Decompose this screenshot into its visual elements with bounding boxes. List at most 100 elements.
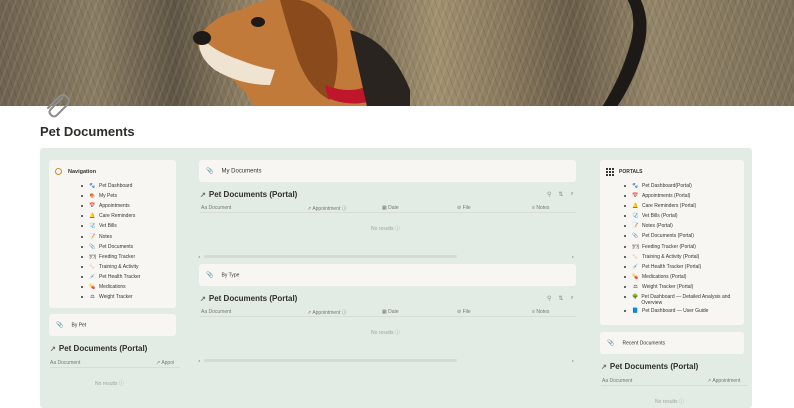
scale-icon: ⚖ [90, 294, 95, 301]
column-date[interactable]: ▦ Date [382, 205, 399, 211]
my-documents-label: My Documents [221, 168, 262, 174]
calendar-icon: 📅 [89, 203, 96, 210]
search-icon[interactable]: ⌕ [570, 295, 573, 302]
by-pet-header[interactable]: 📎 By Pet [49, 314, 176, 336]
nav-item-pet-documents[interactable]: 📎 Pet Documents [81, 242, 140, 252]
nav-item-medications[interactable]: 💊 Medications [81, 282, 140, 292]
book-icon: 📘 [632, 308, 639, 315]
db-title-recent[interactable]: ↗ Pet Documents (Portal) [601, 362, 698, 371]
portal-item-training-activity[interactable]: 🦴 Training & Activity (Portal) [624, 252, 742, 262]
portal-item-detailed-analysis[interactable]: 🌳 Pet Dashboard — Detailed Analysis and O… [624, 292, 742, 306]
scale-icon: ⚖ [633, 283, 638, 290]
portal-item-pet-health-tracker[interactable]: 💉 Pet Health Tracker (Portal) [624, 262, 742, 272]
pill-icon: 💊 [89, 283, 96, 290]
no-results-recent: No results ⓘ [655, 399, 684, 405]
nav-item-weight-tracker[interactable]: ⚖ Weight Tracker [81, 292, 140, 302]
nav-item-care-reminders[interactable]: 🔔 Care Reminders [81, 211, 140, 221]
link-arrow-icon: ↗ [200, 191, 206, 199]
nav-item-appointments[interactable]: 📅 Appointments [81, 201, 140, 211]
portal-item-weight-tracker[interactable]: ⚖ Weight Tracker (Portal) [624, 282, 742, 292]
paperclip-icon [47, 94, 70, 118]
nav-item-notes[interactable]: 📝 Notes [81, 231, 140, 241]
portal-item-feeding-tracker[interactable]: 🍽 Feeding Tracker (Portal) [624, 242, 742, 252]
scroll-right-arrow[interactable]: ▸ [572, 358, 574, 363]
column-appointment[interactable]: ↗ Appointment [707, 378, 740, 384]
by-pet-label: By Pet [71, 322, 87, 328]
horizontal-scrollbar[interactable] [204, 359, 457, 362]
column-notes[interactable]: ≡ Notes [532, 205, 549, 211]
food-icon: 🍖 [89, 193, 96, 200]
syringe-icon: 💉 [89, 273, 96, 280]
filter-icon[interactable]: ⚲ [547, 191, 551, 198]
paperclip-icon: 📎 [607, 340, 615, 347]
db-title-my-documents[interactable]: ↗ Pet Documents (Portal) [200, 190, 297, 199]
paperclip-icon: 📎 [206, 272, 214, 279]
plate-icon: 🍽 [632, 243, 639, 250]
column-document[interactable]: Aa Document [201, 309, 231, 315]
nav-item-training-activity[interactable]: 🦴 Training & Activity [81, 262, 140, 272]
recent-documents-header[interactable]: 📎 Recent Documents [600, 332, 744, 354]
paw-icon: 🐾 [632, 183, 639, 189]
stethoscope-icon: 🩺 [632, 213, 639, 220]
bone-icon: 🦴 [632, 253, 639, 260]
scroll-left-arrow[interactable]: ◂ [198, 254, 200, 259]
navigation-list: 🐾 Pet Dashboard 🍖 My Pets 📅 Appointments 🔔 C… [81, 181, 140, 302]
column-appointment[interactable]: ↗ Appointment ⓘ [307, 309, 347, 316]
syringe-icon: 💉 [632, 263, 639, 270]
search-icon[interactable]: ⌕ [570, 191, 573, 198]
portal-item-user-guide[interactable]: 📘 Pet Dashboard — User Guide [624, 306, 742, 316]
by-type-label: By Type [221, 272, 240, 278]
nav-item-pet-dashboard[interactable]: 🐾 Pet Dashboard [81, 181, 140, 191]
sort-icon[interactable]: ⇅ [558, 191, 563, 198]
nav-item-my-pets[interactable]: 🍖 My Pets [81, 191, 140, 201]
db-title-by-type[interactable]: ↗ Pet Documents (Portal) [200, 294, 297, 303]
portals-heading-label: PORTALS [619, 169, 643, 175]
no-results-by-type: No results ⓘ [371, 330, 400, 336]
memo-icon: 📝 [89, 233, 96, 240]
portal-item-pet-documents[interactable]: 📎 Pet Documents (Portal) [624, 231, 742, 241]
recent-documents-label: Recent Documents [622, 340, 666, 346]
portal-item-medications[interactable]: 💊 Medications (Portal) [624, 272, 742, 282]
column-document[interactable]: Aa Document [602, 378, 632, 384]
my-documents-header[interactable]: 📎 My Documents [199, 160, 576, 182]
portal-item-appointments[interactable]: 📅 Appointments (Portal) [624, 191, 742, 201]
portal-item-vet-bills[interactable]: 🩺 Vet Bills (Portal) [624, 211, 742, 221]
by-type-header[interactable]: 📎 By Type [199, 264, 576, 286]
table-header-by-pet: Aa Document ↗ Appoi [50, 358, 180, 368]
beagle-illustration [193, 0, 410, 106]
column-file[interactable]: ⊘ File [457, 309, 471, 315]
column-notes[interactable]: ≡ Notes [532, 309, 549, 315]
sort-icon[interactable]: ⇅ [558, 295, 563, 302]
pill-icon: 💊 [632, 273, 639, 280]
column-file[interactable]: ⊘ File [457, 205, 471, 211]
portal-item-pet-dashboard[interactable]: 🐾 Pet Dashboard(Portal) [624, 181, 742, 191]
paperclip-icon: 📎 [206, 168, 214, 175]
nav-item-pet-health-tracker[interactable]: 💉 Pet Health Tracker [81, 272, 140, 282]
column-date[interactable]: ▦ Date [382, 309, 399, 315]
bone-icon: 🦴 [89, 263, 96, 270]
column-appointment[interactable]: ↗ Appointment ⓘ [307, 205, 347, 212]
paperclip-icon: 📎 [56, 322, 64, 329]
filter-icon[interactable]: ⚲ [547, 295, 551, 302]
scroll-right-arrow[interactable]: ▸ [572, 254, 574, 259]
view-tools: ⚲ ⇅ ⌕ [547, 295, 574, 302]
navigation-heading: Navigation [55, 168, 96, 175]
compass-icon [55, 168, 62, 175]
portal-item-notes[interactable]: 📝 Notes (Portal) [624, 221, 742, 231]
nav-item-vet-bills[interactable]: 🩺 Vet Bills [81, 221, 140, 231]
paw-icon: 🐾 [89, 183, 96, 190]
horizontal-scrollbar[interactable] [204, 255, 457, 258]
column-document[interactable]: Aa Document [201, 205, 231, 211]
no-results-my-documents: No results ⓘ [371, 226, 400, 232]
navigation-heading-label: Navigation [68, 168, 97, 175]
paperclip-icon: 📎 [89, 243, 96, 250]
nav-item-feeding-tracker[interactable]: 🍽 Feeding Tracker [81, 252, 140, 262]
dog-tail [602, 0, 647, 106]
scroll-left-arrow[interactable]: ◂ [198, 358, 200, 363]
portals-card: PORTALS 🐾 Pet Dashboard(Portal) 📅 Appointm… [600, 160, 744, 325]
column-document[interactable]: Aa Document [50, 360, 80, 366]
column-appointment-short[interactable]: ↗ Appoi [156, 360, 174, 366]
portal-item-care-reminders[interactable]: 🔔 Care Reminders (Portal) [624, 201, 742, 211]
paperclip-icon: 📎 [632, 233, 639, 240]
db-title-by-pet[interactable]: ↗ Pet Documents (Portal) [50, 344, 147, 353]
